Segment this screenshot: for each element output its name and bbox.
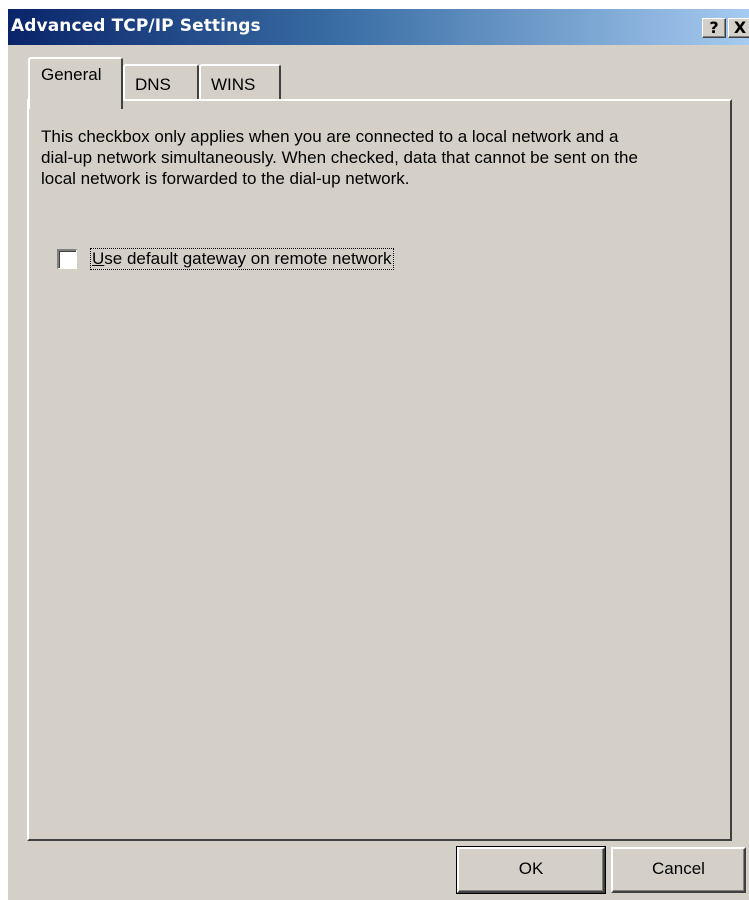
close-button[interactable]: X — [728, 18, 749, 38]
default-gateway-checkbox[interactable] — [57, 249, 77, 269]
cancel-button[interactable]: Cancel — [611, 847, 746, 893]
window-title: Advanced TCP/IP Settings — [11, 16, 261, 36]
ok-button[interactable]: OK — [456, 846, 606, 894]
title-bar[interactable]: Advanced TCP/IP Settings ? X — [8, 9, 749, 45]
default-gateway-checkbox-label[interactable]: Use default gateway on remote network — [90, 248, 394, 270]
accelerator-key: U — [92, 249, 105, 268]
default-gateway-checkbox-row[interactable]: Use default gateway on remote network — [57, 247, 394, 271]
checkbox-label-text: se default gateway on remote network — [104, 249, 392, 268]
general-tab-panel: This checkbox only applies when you are … — [27, 99, 732, 841]
tab-general[interactable]: General — [28, 57, 123, 109]
gateway-description: This checkbox only applies when you are … — [41, 127, 638, 188]
help-button[interactable]: ? — [702, 18, 726, 38]
advanced-tcpip-settings-dialog: Advanced TCP/IP Settings ? X General DNS… — [7, 8, 749, 900]
